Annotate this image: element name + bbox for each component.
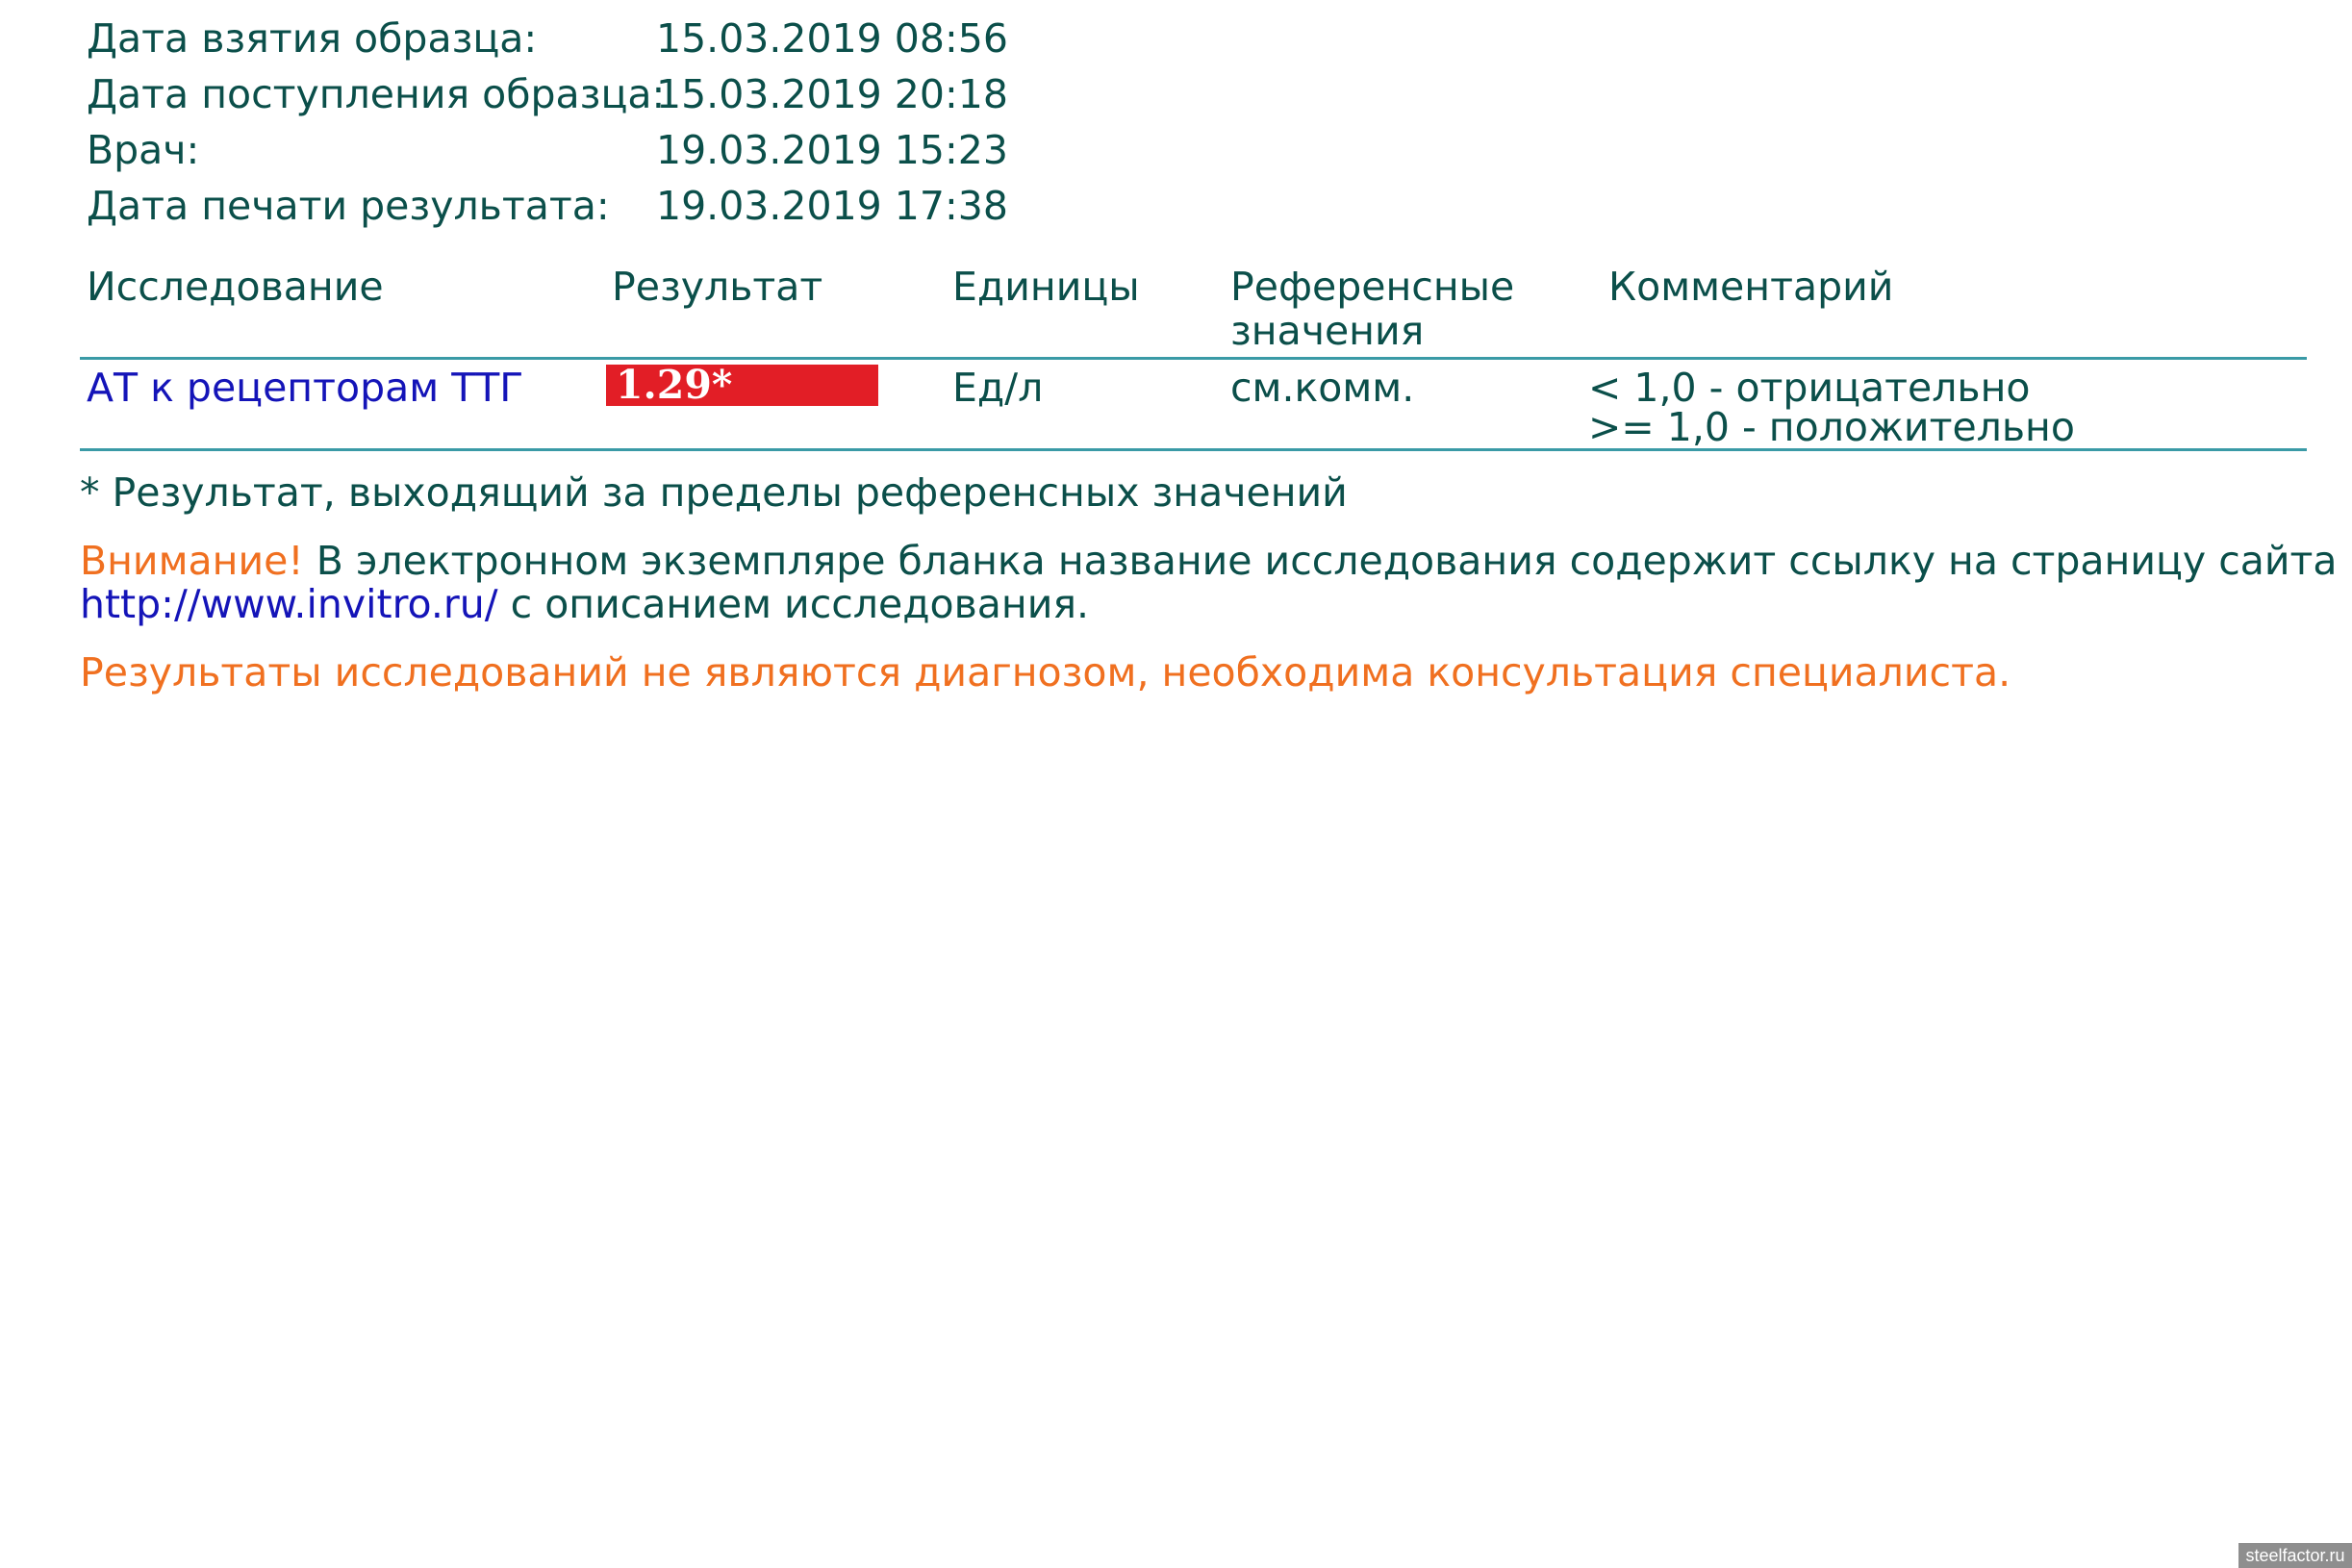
collection-date-label: Дата взятия образца: [87,15,538,62]
print-date-value: 19.03.2019 17:38 [656,183,1008,229]
header-comment: Комментарий [1608,264,1894,310]
attention-label: Внимание! [80,538,304,584]
reference-values: см.комм. [1230,365,1415,411]
header-units: Единицы [952,264,1140,310]
header-reference-line2: значения [1230,308,1425,354]
result-flag-value: 1.29* [606,365,878,406]
table-header-rule [80,357,2307,360]
watermark: steelfactor.ru [2238,1543,2352,1568]
header-study: Исследование [87,264,384,310]
receipt-date-value: 15.03.2019 20:18 [656,71,1008,117]
attention-text-after: с описанием исследования. [497,581,1090,627]
header-reference-line1: Референсные [1230,264,1515,310]
table-bottom-rule [80,448,2307,451]
doctor-value: 19.03.2019 15:23 [656,127,1008,173]
attention-line-1: Внимание! В электронном экземпляре бланк… [80,542,2338,581]
footnote: * Результат, выходящий за пределы рефере… [80,469,1348,516]
invitro-link[interactable]: http://www.invitro.ru/ [80,581,498,627]
receipt-date-label: Дата поступления образца: [87,71,666,117]
attention-text: В электронном экземпляре бланка название… [303,538,2338,584]
comment-line-1: < 1,0 - отрицательно [1588,365,2031,411]
study-name-link[interactable]: АТ к рецепторам ТТГ [87,368,523,408]
result-units: Ед/л [952,365,1044,411]
collection-date-value: 15.03.2019 08:56 [656,15,1008,62]
header-reference: Референсные значения [1230,265,1514,353]
attention-line-2: http://www.invitro.ru/ с описанием иссле… [80,585,1089,624]
disclaimer: Результаты исследований не являются диаг… [80,649,2011,695]
print-date-label: Дата печати результата: [87,183,610,229]
comment-line-2: >= 1,0 - положительно [1588,404,2075,450]
doctor-label: Врач: [87,127,200,173]
header-result: Результат [612,264,823,310]
